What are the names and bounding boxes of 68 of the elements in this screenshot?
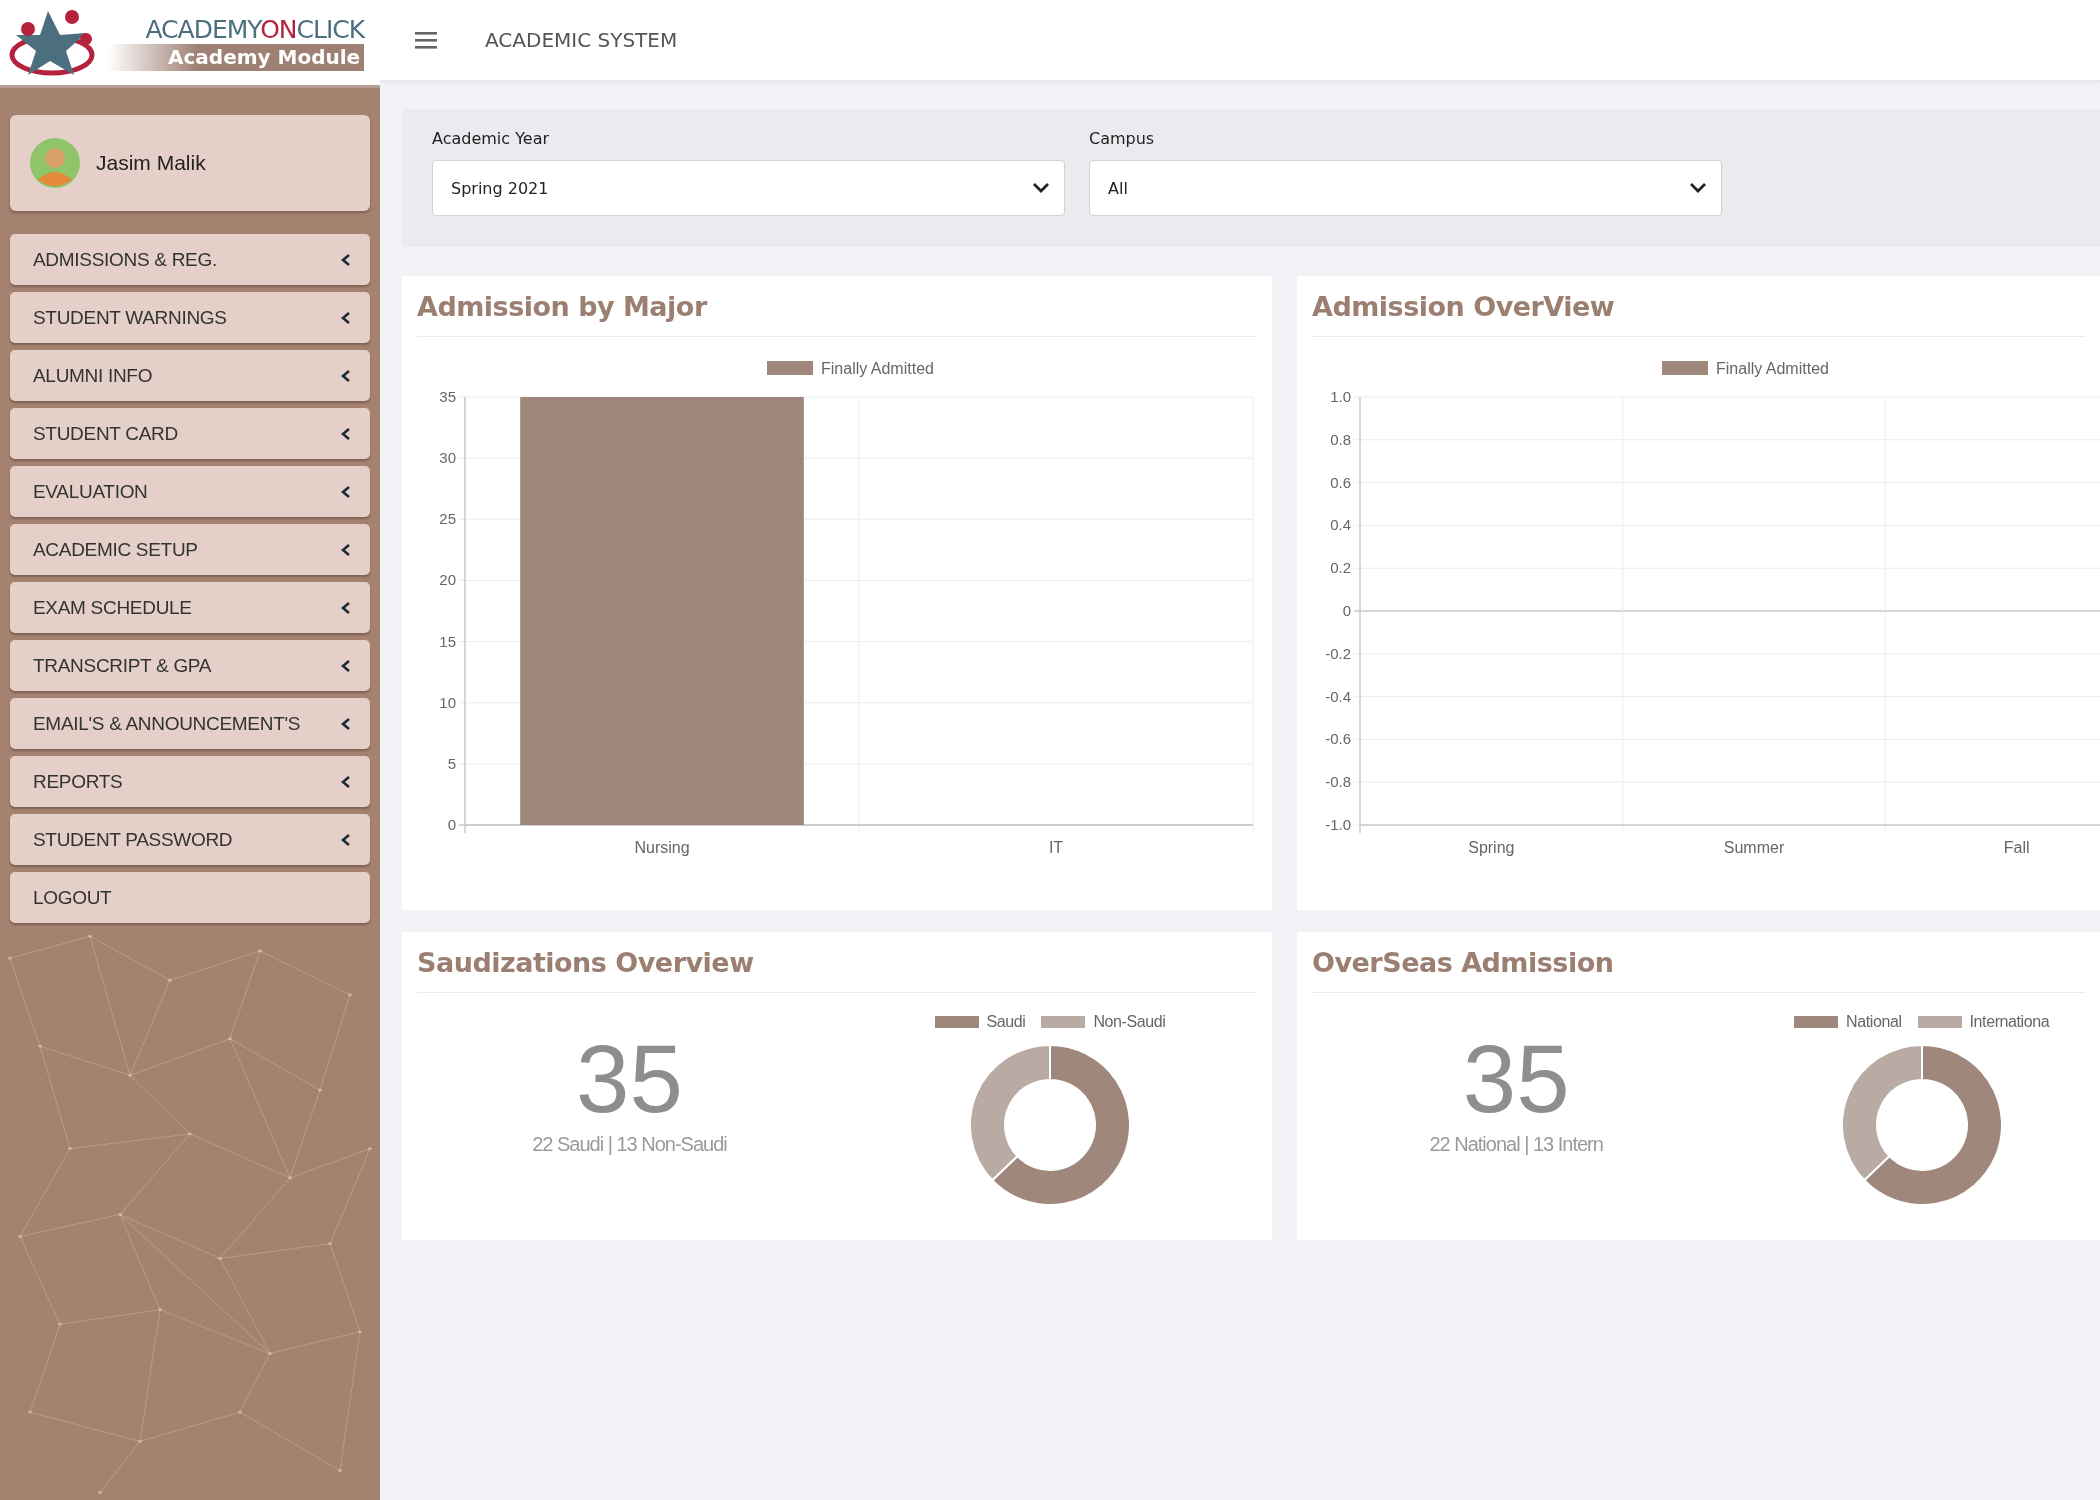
menu-item[interactable]: TRANSCRIPT & GPA bbox=[10, 640, 370, 691]
menu-item[interactable]: ACADEMIC SETUP bbox=[10, 524, 370, 575]
axis-label: Fall bbox=[2003, 839, 2030, 856]
field-label: Campus bbox=[1089, 129, 1156, 148]
axis-label: 30 bbox=[439, 449, 456, 467]
axis-label: 0.8 bbox=[1330, 430, 1351, 448]
axis-label: 0 bbox=[1342, 602, 1351, 619]
axis-label: -1.0 bbox=[1325, 816, 1351, 833]
axis-label: 20 bbox=[439, 571, 456, 589]
axis-label: 0.6 bbox=[1330, 473, 1351, 491]
legend-label: Finally Admitted bbox=[821, 360, 934, 377]
axis-label: 0 bbox=[447, 816, 456, 833]
axis-label: -0.8 bbox=[1325, 773, 1351, 791]
user-name: Jasim Malik bbox=[96, 151, 206, 175]
legend-swatch bbox=[767, 361, 813, 375]
legend-swatch bbox=[934, 1016, 979, 1028]
menu-item[interactable]: ADMISSIONS & REG. bbox=[10, 234, 370, 285]
panel-title: Admission by Major bbox=[417, 276, 1257, 337]
menu-item[interactable]: ALUMNI INFO bbox=[10, 350, 370, 401]
legend-swatch bbox=[1794, 1016, 1839, 1028]
axis-label: 0.4 bbox=[1330, 516, 1351, 534]
axis-label: Spring bbox=[1468, 839, 1515, 856]
menu-item[interactable]: EMAIL'S & ANNOUNCEMENT'S bbox=[10, 698, 370, 749]
count-breakdown: 22 National | 13 Intern bbox=[1429, 1133, 1603, 1156]
menu-item[interactable]: STUDENT CARD bbox=[10, 408, 370, 459]
axis-label: -0.4 bbox=[1325, 687, 1351, 705]
axis-label: 5 bbox=[447, 754, 456, 772]
legend-swatch bbox=[1041, 1016, 1086, 1028]
page-title: ACADEMIC SYSTEM bbox=[485, 28, 678, 52]
count-breakdown: 22 Saudi | 13 Non-Saudi bbox=[532, 1133, 727, 1156]
total-count: 35 bbox=[1462, 1031, 1570, 1127]
chevron-down-icon bbox=[1032, 182, 1050, 194]
axis-label: 35 bbox=[439, 388, 456, 405]
axis-label: Nursing bbox=[634, 839, 690, 856]
field-label: Academic Year bbox=[432, 129, 551, 148]
axis-label: -0.6 bbox=[1325, 730, 1351, 748]
axis-label: Summer bbox=[1723, 839, 1785, 856]
legend-swatch bbox=[1662, 361, 1708, 375]
menu-item[interactable]: STUDENT WARNINGS bbox=[10, 292, 370, 343]
logo-subtitle: Academy Module bbox=[108, 43, 365, 71]
legend-label: National bbox=[1846, 1013, 1902, 1031]
menu-item[interactable]: STUDENT PASSWORD bbox=[10, 814, 370, 865]
logo-wordmark: ACADEMYONCLICK bbox=[145, 14, 365, 44]
legend-swatch bbox=[1917, 1016, 1962, 1028]
legend-label: Internationa bbox=[1969, 1013, 2050, 1031]
chevron-down-icon bbox=[1689, 182, 1707, 194]
axis-label: 0.2 bbox=[1330, 559, 1351, 577]
legend-label: Saudi bbox=[986, 1013, 1026, 1031]
menu-icon[interactable] bbox=[415, 31, 437, 49]
axis-label: 10 bbox=[439, 693, 456, 711]
avatar-icon bbox=[30, 138, 80, 188]
axis-label: -0.2 bbox=[1325, 644, 1351, 662]
menu-item[interactable]: LOGOUT bbox=[10, 872, 370, 923]
menu-item[interactable]: EXAM SCHEDULE bbox=[10, 582, 370, 633]
axis-label: 1.0 bbox=[1330, 388, 1351, 405]
legend-label: Non-Saudi bbox=[1093, 1013, 1166, 1031]
axis-label: IT bbox=[1048, 839, 1064, 856]
panel-title: OverSeas Admission bbox=[1312, 932, 2085, 993]
menu-item[interactable]: REPORTS bbox=[10, 756, 370, 807]
panel-title: Admission OverView bbox=[1312, 276, 2085, 337]
legend-label: Finally Admitted bbox=[1716, 360, 1829, 377]
panel-title: Saudizations Overview bbox=[417, 932, 1257, 993]
axis-label: 25 bbox=[439, 510, 456, 528]
axis-label: 15 bbox=[439, 632, 456, 650]
total-count: 35 bbox=[576, 1031, 683, 1127]
select-field[interactable]: Spring 2021 bbox=[432, 160, 1065, 216]
menu-item[interactable]: EVALUATION bbox=[10, 466, 370, 517]
select-field[interactable]: All bbox=[1089, 160, 1722, 216]
